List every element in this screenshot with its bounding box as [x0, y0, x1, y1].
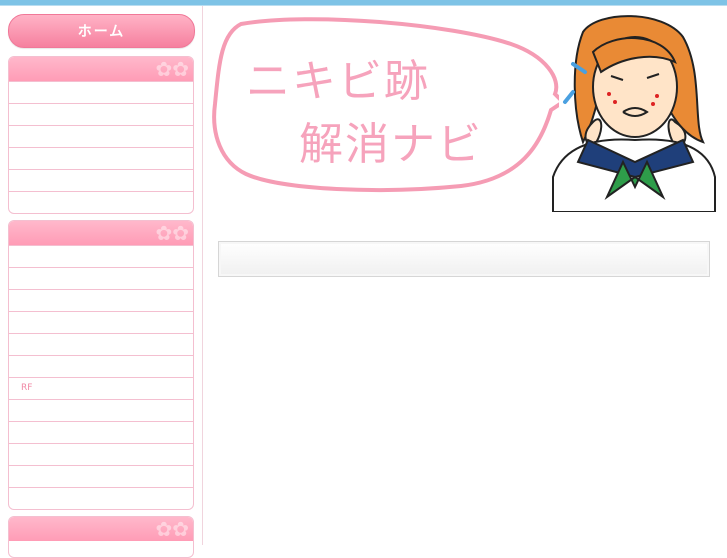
menu-box-header: ✿✿	[9, 517, 193, 541]
flower-icon: ✿✿	[155, 221, 189, 245]
menu-link[interactable]	[9, 147, 193, 169]
menu-link[interactable]	[9, 355, 193, 377]
flower-icon: ✿✿	[155, 517, 189, 541]
menu-link[interactable]	[9, 399, 193, 421]
menu-link[interactable]	[9, 487, 193, 509]
menu-link[interactable]	[9, 191, 193, 213]
menu-box-header: ✿✿	[9, 221, 193, 245]
menu-link[interactable]	[9, 267, 193, 289]
speech-bubble-logo: ニキビ跡 解消ナビ	[212, 17, 567, 192]
menu-link[interactable]	[9, 169, 193, 191]
menu-box-header: ✿✿	[9, 57, 193, 81]
menu-link[interactable]	[9, 81, 193, 103]
site-logo[interactable]: ニキビ跡 解消ナビ	[211, 14, 567, 194]
menu-link[interactable]	[9, 465, 193, 487]
menu-link[interactable]	[9, 443, 193, 465]
menu-link[interactable]	[9, 103, 193, 125]
sidebar: ホーム ✿✿ ✿✿ RF ✿✿	[0, 6, 203, 558]
menu-link[interactable]	[9, 421, 193, 443]
sidebar-menu-box-3: ✿✿	[8, 516, 194, 558]
flower-icon: ✿✿	[155, 57, 189, 81]
sidebar-menu-box-2: ✿✿ RF	[8, 220, 194, 510]
logo-text-line1: ニキビ跡	[246, 56, 430, 107]
logo-text-line2: 解消ナビ	[299, 119, 483, 170]
menu-link[interactable]: RF	[9, 377, 193, 399]
menu-link[interactable]	[9, 311, 193, 333]
main-area: ニキビ跡 解消ナビ	[203, 6, 727, 545]
menu-link[interactable]	[9, 289, 193, 311]
menu-link[interactable]	[9, 245, 193, 267]
sidebar-menu-box-1: ✿✿	[8, 56, 194, 214]
content-header-bar	[218, 241, 710, 277]
worried-girl-illustration	[543, 12, 723, 213]
menu-link[interactable]	[9, 333, 193, 355]
menu-link[interactable]	[9, 125, 193, 147]
home-button[interactable]: ホーム	[8, 14, 195, 48]
